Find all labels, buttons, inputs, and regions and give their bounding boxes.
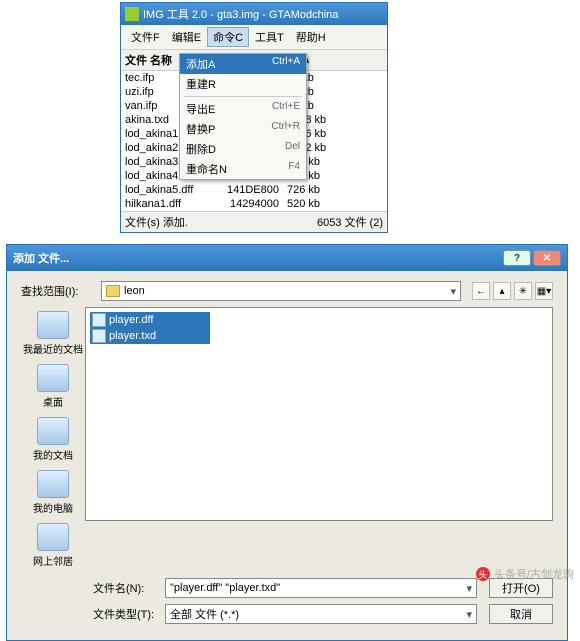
menu-item[interactable]: 工具T [249,27,290,47]
filename-label: 文件名(N): [93,580,165,596]
look-in-label: 查找范围(I): [21,283,101,299]
window-title: IMG 工具 2.0 - gta3.img - GTAModchina [143,6,338,22]
menu-item[interactable]: 导出ECtrl+E [180,99,306,119]
menu-item[interactable]: 命令C [207,27,249,47]
back-icon[interactable]: ← [472,282,490,300]
menu-item[interactable]: 重命名NF4 [180,159,306,179]
cancel-button[interactable]: 取消 [489,604,553,624]
dialog-title: 添加 文件... [13,250,69,266]
close-button[interactable]: ✕ [533,250,561,266]
file-list-view[interactable]: player.dffplayer.txd [85,307,553,521]
filename-input[interactable]: "player.dff" "player.txd" ▾ [165,578,477,598]
menu-item[interactable]: 替换PCtrl+R [180,119,306,139]
current-folder: leon [124,285,145,297]
places-item[interactable]: 网上邻居 [23,523,83,568]
menu-item[interactable]: 添加ACtrl+A [180,54,306,74]
table-row[interactable]: hilkana1.dff14294000520 kb [121,197,387,211]
menu-item[interactable]: 文件F [125,27,166,47]
chevron-down-icon: ▾ [466,608,472,621]
chevron-down-icon: ▾ [466,582,472,595]
menu-item[interactable]: 重建R [180,74,306,94]
title-bar[interactable]: IMG 工具 2.0 - gta3.img - GTAModchina [121,3,387,25]
filetype-label: 文件类型(T): [93,606,165,622]
img-tool-window: IMG 工具 2.0 - gta3.img - GTAModchina 文件F编… [120,2,388,233]
places-item[interactable]: 我的文档 [23,417,83,462]
file-list[interactable]: 添加ACtrl+A重建R导出ECtrl+E替换PCtrl+R删除DDel重命名N… [121,71,387,211]
watermark: 头 头条号/古剑龙驹 [476,566,574,582]
list-item[interactable]: player.txd [90,328,210,344]
filetype-combo[interactable]: 全部 文件 (*.*) ▾ [165,604,477,624]
folder-icon [106,285,120,297]
watermark-icon: 头 [476,567,490,581]
menu-item[interactable]: 编辑E [166,27,207,47]
up-folder-icon[interactable]: ▴ [493,282,511,300]
status-right: 6053 文件 (2) [317,214,383,230]
places-bar: 我最近的文档桌面我的文档我的电脑网上邻居 [21,307,85,568]
places-item[interactable]: 我的电脑 [23,470,83,515]
look-in-combo[interactable]: leon ▾ [101,281,461,301]
status-left: 文件(s) 添加. [125,214,317,230]
list-item[interactable]: player.dff [90,312,210,328]
command-menu-dropdown: 添加ACtrl+A重建R 导出ECtrl+E替换PCtrl+R删除DDel重命名N… [179,53,307,180]
menu-bar: 文件F编辑E命令C工具T帮助H [121,25,387,50]
menu-item[interactable]: 删除DDel [180,139,306,159]
places-item[interactable]: 我最近的文档 [23,311,83,356]
chevron-down-icon: ▾ [450,285,456,298]
places-item[interactable]: 桌面 [23,364,83,409]
new-folder-icon[interactable]: ✳ [514,282,532,300]
view-menu-icon[interactable]: ▦▾ [535,282,553,300]
help-button[interactable]: ? [503,250,531,266]
app-icon [125,7,139,21]
status-bar: 文件(s) 添加. 6053 文件 (2) [121,211,387,232]
dialog-title-bar[interactable]: 添加 文件... ? ✕ [7,245,567,271]
table-row[interactable]: lod_akina5.dff141DE800726 kb [121,183,387,197]
menu-item[interactable]: 帮助H [290,27,332,47]
